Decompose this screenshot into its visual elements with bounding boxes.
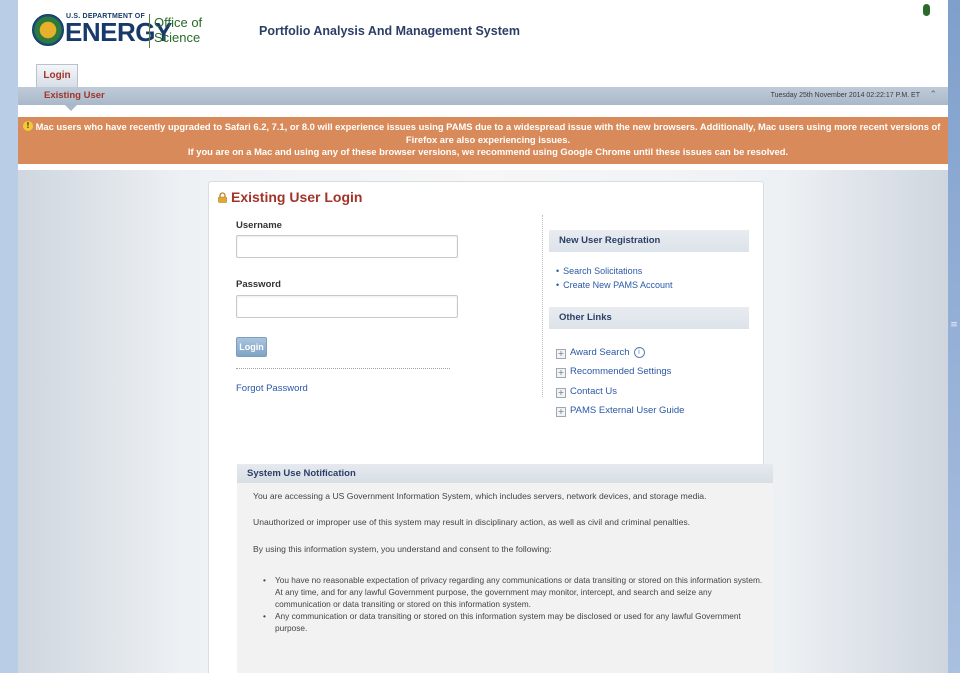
system-use-notification: System Use Notification You are accessin… [237, 464, 773, 673]
password-input[interactable] [236, 295, 458, 318]
contact-us-label: Contact Us [570, 386, 617, 397]
datetime-display: Tuesday 25th November 2014 02:22:17 P.M.… [770, 92, 920, 99]
login-panel: Existing User Login Username Password Lo… [208, 181, 773, 673]
plus-icon[interactable]: + [556, 388, 566, 398]
forgot-password-link[interactable]: Forgot Password [236, 383, 308, 394]
recommended-settings-label: Recommended Settings [570, 366, 672, 377]
login-button[interactable]: Login [236, 337, 267, 357]
award-search-link[interactable]: + Award Search i [556, 347, 645, 359]
other-links-heading: Other Links [549, 307, 749, 329]
notice-paragraph-3: By using this information system, you un… [253, 544, 552, 554]
notice-paragraph-1: You are accessing a US Government Inform… [253, 491, 707, 501]
plus-icon[interactable]: + [556, 349, 566, 359]
plus-icon[interactable]: + [556, 407, 566, 417]
column-divider [542, 215, 543, 397]
tab-login[interactable]: Login [36, 64, 78, 87]
scroll-grip-icon[interactable]: ≡ [950, 318, 958, 332]
password-label: Password [236, 279, 281, 290]
notice-heading: System Use Notification [237, 464, 773, 483]
subnav-pointer [65, 105, 77, 111]
award-search-label: Award Search [570, 347, 630, 358]
form-divider [236, 368, 450, 369]
user-guide-label: PAMS External User Guide [570, 405, 685, 416]
new-user-registration-heading: New User Registration [549, 230, 749, 252]
status-indicator [923, 4, 930, 16]
contact-us-link[interactable]: + Contact Us [556, 386, 617, 398]
user-guide-link[interactable]: + PAMS External User Guide [556, 405, 685, 417]
username-input[interactable] [236, 235, 458, 258]
search-solicitations-label: Search Solicitations [563, 266, 643, 276]
notice-bullet-1: You have no reasonable expectation of pr… [259, 574, 764, 610]
logo-office-text[interactable]: Office of Science [154, 15, 224, 45]
subnav-bar: Existing User Tuesday 25th November 2014… [18, 87, 948, 105]
warning-banner: ! Mac users who have recently upgraded t… [18, 117, 948, 164]
logo-divider [149, 14, 150, 48]
banner-line-1: Mac users who have recently upgraded to … [35, 121, 941, 145]
collapse-icon[interactable]: ⌃ [929, 90, 937, 100]
site-header: U.S. DEPARTMENT OF ENERGY Office of Scie… [18, 0, 948, 58]
create-account-label: Create New PAMS Account [563, 280, 673, 290]
app-title: Portfolio Analysis And Management System [259, 24, 520, 38]
plus-icon[interactable]: + [556, 368, 566, 378]
login-title: Existing User Login [231, 189, 363, 205]
doe-seal-logo[interactable] [32, 14, 64, 46]
info-icon[interactable]: i [633, 347, 645, 358]
search-solicitations-link[interactable]: • Search Solicitations [556, 266, 642, 276]
banner-line-2: If you are on a Mac and using any of the… [187, 146, 789, 157]
subnav-existing-user[interactable]: Existing User [44, 90, 105, 101]
notice-bullet-2: Any communication or data transiting or … [259, 610, 764, 634]
create-account-link[interactable]: • Create New PAMS Account [556, 280, 673, 290]
recommended-settings-link[interactable]: + Recommended Settings [556, 366, 672, 378]
username-label: Username [236, 220, 282, 231]
lock-icon [218, 192, 227, 203]
notice-paragraph-2: Unauthorized or improper use of this sys… [253, 517, 691, 527]
page-frame: U.S. DEPARTMENT OF ENERGY Office of Scie… [18, 0, 948, 673]
window-scrollbar[interactable]: ≡ [948, 0, 960, 673]
banner-text: Mac users who have recently upgraded to … [32, 121, 944, 159]
